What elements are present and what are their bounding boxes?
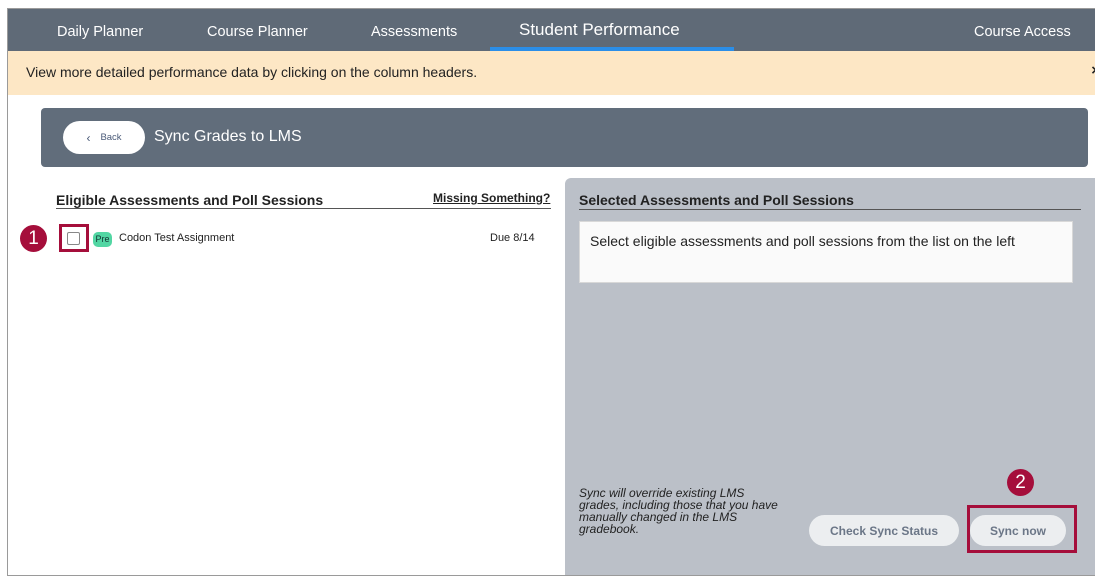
divider [56,208,551,209]
nav-daily-planner[interactable]: Daily Planner [57,9,143,51]
divider [579,209,1081,210]
back-button-label: Back [100,132,122,143]
nav-course-access[interactable]: Course Access [974,9,1071,51]
selected-placeholder-text: Select eligible assessments and poll ses… [590,233,1015,249]
assessment-checkbox[interactable] [67,232,80,245]
sync-warning-note: Sync will override existing LMS grades, … [579,486,778,536]
callout-highlight-sync-now [967,505,1077,553]
nav-student-performance[interactable]: Student Performance [519,9,680,51]
back-button[interactable]: ‹ Back [63,121,145,154]
eligible-list-title: Eligible Assessments and Poll Sessions [56,192,324,208]
callout-badge-1: 1 [20,225,47,252]
check-sync-status-button[interactable]: Check Sync Status [809,515,959,546]
selected-list-title: Selected Assessments and Poll Sessions [579,192,854,208]
assessment-due-date: Due 8/14 [490,232,535,244]
app-frame: Daily Planner Course Planner Assessments… [7,8,1095,576]
top-navigation: Daily Planner Course Planner Assessments… [8,9,1095,51]
chevron-left-icon: ‹ [86,130,91,145]
info-banner: View more detailed performance data by c… [8,51,1095,95]
assessment-name[interactable]: Codon Test Assignment [119,232,234,244]
info-banner-text: View more detailed performance data by c… [26,64,478,80]
nav-assessments[interactable]: Assessments [371,9,457,51]
page-header: ‹ Back Sync Grades to LMS [41,108,1088,167]
nav-course-planner[interactable]: Course Planner [207,9,308,51]
callout-badge-2: 2 [1007,469,1034,496]
missing-something-link[interactable]: Missing Something? [433,191,550,205]
pre-tag-badge: Pre [93,232,112,247]
page-title: Sync Grades to LMS [154,128,302,145]
selected-items-box: Select eligible assessments and poll ses… [579,221,1073,283]
close-icon[interactable]: × [1091,62,1095,79]
